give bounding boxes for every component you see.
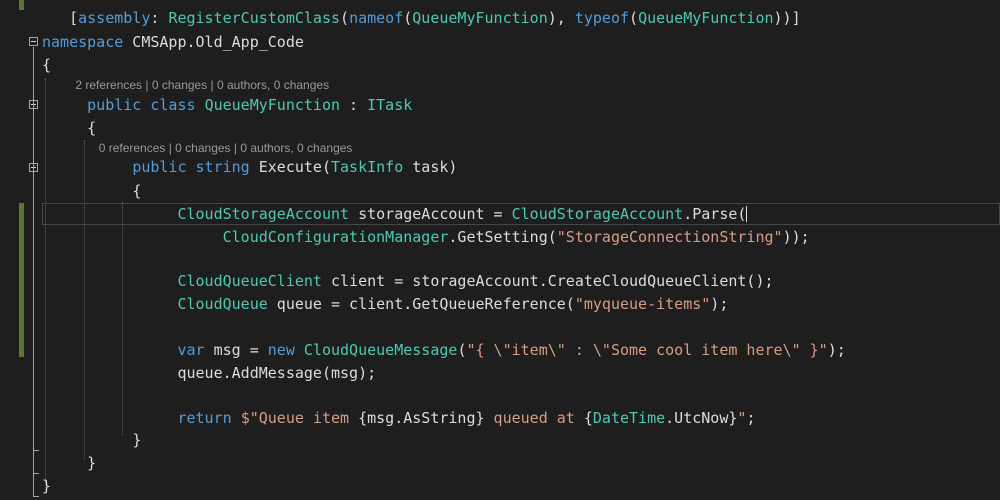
code-token: .Parse(	[683, 205, 747, 223]
code-line-method-declaration[interactable]: public string Execute(TaskInfo task)	[42, 156, 457, 178]
codelens-text: 0 references | 0 changes | 0 authors, 0 …	[98, 141, 353, 155]
code-token: public	[87, 96, 142, 114]
code-token: typeof	[574, 9, 630, 27]
code-token: task)	[403, 158, 458, 176]
code-token: {	[87, 119, 97, 137]
code-token: client = storageAccount.CreateCloudQueue…	[321, 272, 774, 290]
code-token: CloudQueueClient	[177, 272, 322, 290]
code-token: (	[629, 9, 639, 27]
code-token: namespace	[42, 33, 124, 51]
code-token: {	[132, 182, 142, 200]
code-line-queue-client[interactable]: CloudQueueClient client = storageAccount…	[42, 270, 774, 292]
code-token: queue = client.GetQueueReference(	[267, 295, 575, 313]
code-token: .UtcNow}	[665, 409, 738, 427]
fold-line	[33, 47, 34, 496]
change-indicator-bar	[19, 0, 24, 10]
code-token: assembly	[78, 9, 151, 27]
code-token: "StorageConnectionString"	[556, 228, 783, 246]
codelens-method-references[interactable]: 0 references | 0 changes | 0 authors, 0 …	[42, 140, 353, 156]
codelens-class-references[interactable]: 2 references | 0 changes | 0 authors, 0 …	[42, 77, 329, 93]
code-line-get-setting[interactable]: CloudConfigurationManager.GetSetting("St…	[42, 226, 810, 248]
fold-end-marker	[33, 496, 39, 497]
code-token: ),	[547, 9, 575, 27]
code-token: ))]	[773, 9, 801, 27]
code-token: CloudQueueMessage	[303, 341, 458, 359]
code-token: :	[150, 9, 169, 27]
code-token: }	[87, 454, 97, 472]
code-token: "{ \"item\" : \"Some cool item here\" }"	[466, 341, 828, 359]
code-token: queued at	[484, 409, 584, 427]
code-line-class-close-brace[interactable]: }	[42, 452, 96, 474]
codelens-text: 2 references | 0 changes | 0 authors, 0 …	[75, 78, 330, 92]
code-token: CloudConfigurationManager	[222, 228, 449, 246]
code-token: (	[340, 9, 350, 27]
code-token: TaskInfo	[331, 158, 404, 176]
code-token: );	[827, 341, 846, 359]
code-token: );	[710, 295, 729, 313]
code-token: class	[150, 96, 196, 114]
change-indicator-bar	[19, 203, 24, 357]
code-line-add-message[interactable]: queue.AddMessage(msg);	[42, 362, 376, 384]
code-token: msg =	[204, 341, 268, 359]
code-token: QueueMyFunction	[638, 9, 774, 27]
code-token: nameof	[349, 9, 404, 27]
code-token: }	[132, 431, 142, 449]
code-token: ;	[746, 409, 756, 427]
code-token: CloudStorageAccount	[177, 205, 350, 223]
code-token: {	[583, 409, 593, 427]
text-caret	[746, 206, 748, 222]
code-editor[interactable]: [assembly: RegisterCustomClass(nameof(Qu…	[0, 0, 1000, 500]
code-line-method-open-brace[interactable]: {	[42, 180, 141, 202]
code-line-method-close-brace[interactable]: }	[42, 429, 141, 451]
code-line-assembly-attribute[interactable]: [assembly: RegisterCustomClass(nameof(Qu…	[42, 7, 801, 29]
editor-gutter	[0, 0, 42, 500]
code-line-class-open-brace[interactable]: {	[42, 117, 96, 139]
code-token: (	[403, 9, 413, 27]
code-token: DateTime	[592, 409, 666, 427]
code-token: new	[267, 341, 295, 359]
code-line-return[interactable]: return $"Queue item {msg.AsString} queue…	[42, 407, 755, 429]
code-token: CMSApp.Old_App_Code	[123, 33, 304, 51]
code-token: }	[42, 477, 52, 495]
code-token: "myqueue-items"	[574, 295, 711, 313]
code-line-namespace-open-brace[interactable]: {	[42, 54, 51, 76]
code-token: return	[177, 409, 232, 427]
code-token: $"Queue item	[240, 409, 359, 427]
code-token: CloudQueue	[177, 295, 268, 313]
code-token: RegisterCustomClass	[168, 9, 341, 27]
code-token: Execute(	[249, 158, 331, 176]
fold-end-marker	[33, 450, 39, 451]
code-token: string	[195, 158, 250, 176]
code-line-storage-account[interactable]: CloudStorageAccount storageAccount = Clo…	[42, 203, 748, 225]
code-token: ITask	[367, 96, 413, 114]
code-token: QueueMyFunction	[412, 9, 548, 27]
code-line-queue-message[interactable]: var msg = new CloudQueueMessage("{ \"ite…	[42, 339, 846, 361]
code-token: CloudStorageAccount	[511, 205, 684, 223]
collapse-namespace-icon[interactable]	[29, 37, 38, 46]
code-line-queue-reference[interactable]: CloudQueue queue = client.GetQueueRefere…	[42, 293, 728, 315]
code-line-namespace[interactable]: namespace CMSApp.Old_App_Code	[42, 31, 304, 53]
fold-end-marker	[33, 473, 39, 474]
code-token: QueueMyFunction	[204, 96, 341, 114]
code-token: :	[340, 96, 368, 114]
code-line-class-declaration[interactable]: public class QueueMyFunction : ITask	[42, 94, 412, 116]
code-token: {msg.AsString}	[358, 409, 485, 427]
code-token: storageAccount =	[349, 205, 512, 223]
code-token: {	[42, 56, 52, 74]
code-token: var	[177, 341, 205, 359]
code-line-namespace-close-brace[interactable]: }	[42, 475, 51, 497]
code-token: ));	[782, 228, 810, 246]
code-token: .GetSetting(	[448, 228, 557, 246]
code-token: [	[69, 9, 79, 27]
code-token: public	[132, 158, 187, 176]
code-token: queue.AddMessage(msg);	[177, 364, 377, 382]
